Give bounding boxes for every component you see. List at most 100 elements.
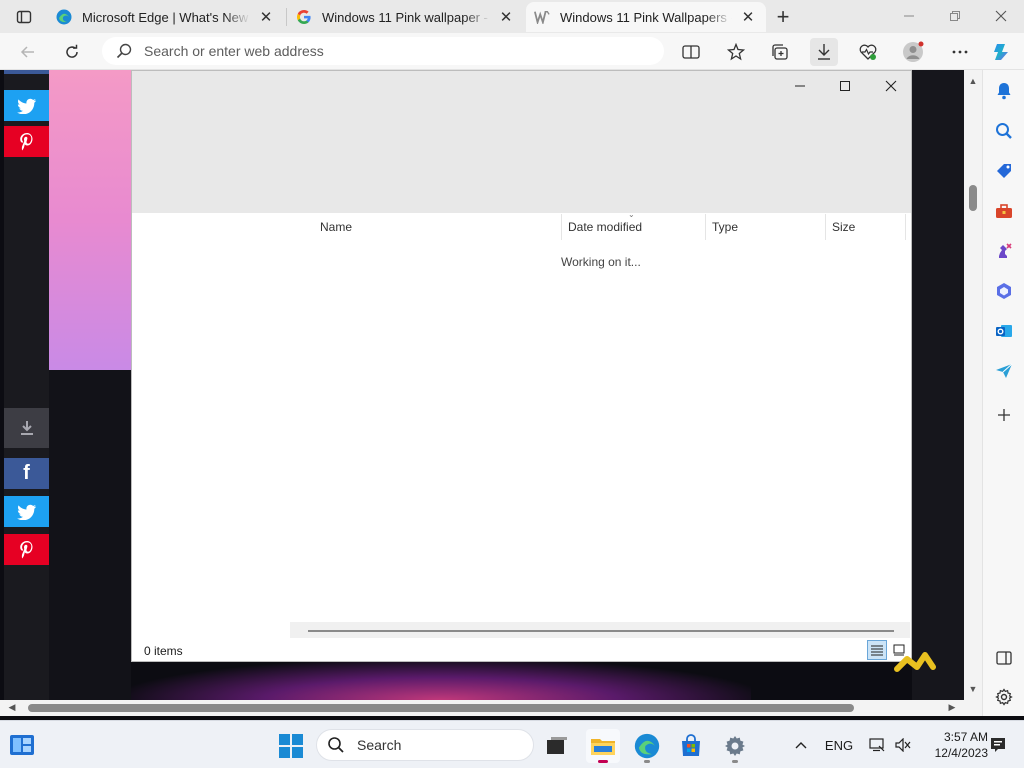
dialog-close-button[interactable]: [877, 75, 905, 97]
start-button[interactable]: [276, 731, 306, 761]
scrollbar-thumb[interactable]: [308, 630, 894, 632]
new-tab-button[interactable]: +: [770, 4, 796, 30]
w-icon: [534, 9, 550, 25]
scroll-down-arrow-icon[interactable]: ▼: [967, 684, 979, 696]
details-view-button[interactable]: [867, 640, 887, 660]
pinterest-share-button-2[interactable]: [4, 534, 49, 565]
search-icon: [996, 123, 1012, 139]
heart-pulse-icon: [859, 44, 877, 60]
tab-close-button[interactable]: ✕: [256, 7, 276, 27]
edge-icon: [634, 733, 660, 759]
add-sidebar-app-button[interactable]: [991, 402, 1017, 428]
column-header-size[interactable]: Size: [826, 214, 906, 240]
tab-pink-wallpapers[interactable]: Windows 11 Pink Wallpapers - W ✕: [526, 2, 766, 32]
settings-taskbar-button[interactable]: [718, 729, 752, 763]
download-icon: [818, 44, 830, 60]
scrollbar-thumb[interactable]: [28, 704, 854, 712]
scroll-right-arrow-icon[interactable]: ▶: [946, 702, 958, 714]
edge-icon: [56, 9, 72, 25]
facebook-share-button[interactable]: f: [4, 458, 49, 489]
dialog-maximize-button[interactable]: [831, 75, 859, 97]
column-header-type[interactable]: Type: [706, 214, 826, 240]
language-indicator[interactable]: ENG: [822, 721, 856, 768]
outlook-button[interactable]: [991, 318, 1017, 344]
facebook-share-button-top[interactable]: f: [4, 70, 49, 74]
scroll-up-arrow-icon[interactable]: ▲: [967, 76, 979, 88]
windows-logo-icon: [279, 734, 303, 758]
taskbar-search-box[interactable]: Search: [316, 729, 534, 761]
address-input[interactable]: [144, 43, 624, 59]
file-list-horizontal-scrollbar[interactable]: [290, 622, 910, 638]
tab-actions-icon: [16, 10, 32, 24]
sidebar-settings-button[interactable]: [991, 684, 1017, 710]
back-button[interactable]: [14, 38, 42, 66]
minimize-icon: [795, 85, 805, 87]
widgets-button[interactable]: [8, 731, 36, 759]
shopping-button[interactable]: [991, 158, 1017, 184]
twitter-share-button[interactable]: [4, 90, 49, 121]
taskbar-search-label: Search: [357, 737, 402, 753]
column-header-name[interactable]: Name: [314, 214, 562, 240]
address-bar[interactable]: [102, 37, 664, 65]
refresh-button[interactable]: [58, 38, 86, 66]
games-button[interactable]: [991, 238, 1017, 264]
notification-center-button[interactable]: [988, 721, 1008, 768]
page-right-margin: [912, 70, 964, 700]
favorites-button[interactable]: [722, 38, 750, 66]
scroll-left-arrow-icon[interactable]: ◀: [6, 702, 18, 714]
sidebar-search-button[interactable]: [991, 118, 1017, 144]
tab-google-search[interactable]: Windows 11 Pink wallpaper - Go ✕: [288, 2, 524, 32]
paper-plane-icon: [996, 363, 1013, 378]
profile-button[interactable]: [899, 38, 927, 66]
show-hidden-icons-button[interactable]: [790, 721, 812, 768]
widgets-icon: [10, 735, 34, 755]
more-dots-icon: [952, 50, 968, 54]
copilot-icon: [994, 44, 1008, 60]
microsoft-365-button[interactable]: [991, 278, 1017, 304]
download-icon: [20, 421, 33, 435]
tab-actions-button[interactable]: [8, 6, 40, 28]
tools-button[interactable]: [991, 198, 1017, 224]
chess-piece-icon: [999, 243, 1012, 258]
scrollbar-thumb[interactable]: [969, 185, 977, 211]
gear-icon: [995, 688, 1013, 706]
clock-date: 12/4/2023: [934, 746, 988, 760]
file-explorer-taskbar-button[interactable]: [586, 729, 620, 763]
plus-icon: [998, 409, 1010, 421]
folder-icon: [591, 739, 615, 755]
volume-muted-icon[interactable]: [892, 721, 914, 768]
tab-close-button[interactable]: ✕: [738, 7, 758, 27]
twitter-share-button-2[interactable]: [4, 496, 49, 527]
minimize-button[interactable]: [886, 0, 932, 32]
settings-and-more-button[interactable]: [946, 38, 974, 66]
restore-button[interactable]: [932, 0, 978, 32]
downloads-button[interactable]: [810, 38, 838, 66]
drop-button[interactable]: [991, 358, 1017, 384]
notification-icon: [991, 738, 1005, 752]
refresh-icon: [66, 44, 78, 58]
download-share-button[interactable]: [4, 408, 49, 448]
edge-taskbar-button[interactable]: [630, 729, 664, 763]
network-icon[interactable]: [866, 721, 888, 768]
collections-button[interactable]: [766, 38, 794, 66]
tab-close-button[interactable]: ✕: [496, 7, 516, 27]
hide-sidebar-button[interactable]: [991, 645, 1017, 671]
page-vertical-scrollbar[interactable]: ▲ ▼: [964, 70, 982, 700]
browser-essentials-button[interactable]: [854, 38, 882, 66]
microsoft-store-taskbar-button[interactable]: [674, 729, 708, 763]
split-screen-button[interactable]: [677, 38, 705, 66]
details-view-icon: [871, 645, 883, 656]
task-view-button[interactable]: [540, 729, 574, 763]
close-window-button[interactable]: [978, 0, 1024, 32]
copilot-button[interactable]: [988, 38, 1016, 66]
tab-edge-whats-new[interactable]: Microsoft Edge | What's New ✕: [48, 2, 284, 32]
dialog-minimize-button[interactable]: [786, 75, 814, 97]
pinterest-share-button[interactable]: [4, 126, 49, 157]
chevron-up-icon: [795, 742, 807, 749]
page-horizontal-scrollbar[interactable]: ◀ ▶: [0, 700, 982, 716]
notifications-button[interactable]: [991, 78, 1017, 104]
sort-caret-icon: ⌄: [628, 210, 635, 219]
facebook-icon: f: [23, 462, 30, 484]
split-screen-icon: [682, 45, 700, 59]
system-clock[interactable]: 3:57 AM 12/4/2023: [918, 729, 988, 761]
